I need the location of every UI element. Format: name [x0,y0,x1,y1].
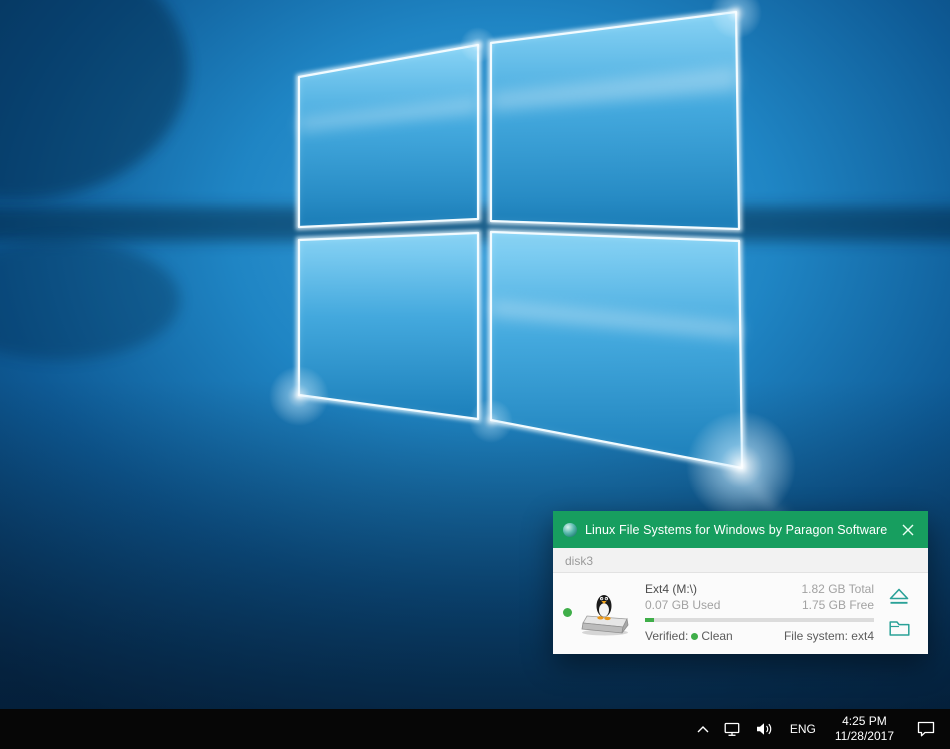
eject-icon[interactable] [888,588,910,605]
desktop: Linux File Systems for Windows by Parago… [0,0,950,749]
drive-total: 1.82 GB Total [802,581,875,597]
drive-used: 0.07 GB Used [645,597,720,613]
clock-date: 11/28/2017 [835,729,894,744]
drive-icon [577,590,637,636]
usage-bar [645,618,874,622]
drive-info: Ext4 (M:\) 1.82 GB Total 0.07 GB Used 1.… [645,581,874,644]
drive-actions [878,588,920,637]
taskbar: ENG 4:25 PM 11/28/2017 [0,709,950,749]
paragon-logo-icon [563,523,577,537]
notification-body: disk3 [553,548,928,654]
verified-label: Verified: [645,628,688,644]
language-indicator[interactable]: ENG [781,709,825,749]
notification-header: Linux File Systems for Windows by Parago… [553,511,928,548]
disk-group-label: disk3 [553,548,928,572]
filesystem-label: File system: ext4 [784,628,874,644]
volume-icon[interactable] [749,709,781,749]
network-icon[interactable] [717,709,749,749]
verified-value: Clean [701,628,732,644]
notification-title: Linux File Systems for Windows by Parago… [585,523,890,537]
chevron-up-icon[interactable] [689,709,717,749]
close-icon[interactable] [898,520,918,540]
notification-panel: Linux File Systems for Windows by Parago… [553,511,928,654]
drive-name: Ext4 (M:\) [645,581,697,597]
drive-row[interactable]: Ext4 (M:\) 1.82 GB Total 0.07 GB Used 1.… [553,572,928,654]
verified-status: Verified: Clean [645,628,733,644]
system-tray: ENG 4:25 PM 11/28/2017 [689,709,950,749]
drive-free: 1.75 GB Free [802,597,874,613]
taskbar-clock[interactable]: 4:25 PM 11/28/2017 [825,709,904,749]
clock-time: 4:25 PM [842,714,887,729]
action-center-icon[interactable] [910,709,942,749]
usage-bar-fill [645,618,654,622]
drive-status-dot [563,608,572,617]
folder-icon[interactable] [889,620,910,637]
clean-status-dot [691,633,698,640]
